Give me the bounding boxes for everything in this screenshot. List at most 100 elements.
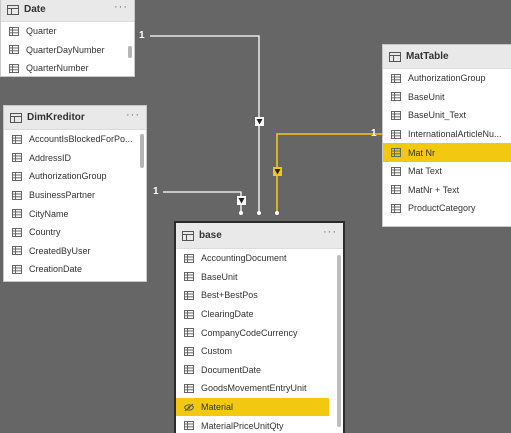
table-header[interactable]: base ··· <box>176 223 343 249</box>
dimkreditor-filter-arrow-icon[interactable] <box>237 196 246 205</box>
table-card-date[interactable]: Date ··· Quarter QuarterDayNumber QuarterN… <box>0 0 135 77</box>
field-row[interactable]: CreationDate <box>4 260 146 279</box>
field-row[interactable]: Country <box>4 223 146 242</box>
field-name: Mat Nr <box>408 147 435 158</box>
scrollbar[interactable] <box>140 134 144 168</box>
mattable-relationship-cardinality: 1 <box>371 128 377 139</box>
mattable-filter-arrow-icon[interactable] <box>273 167 282 176</box>
field-row[interactable]: DocumentDate <box>176 361 329 380</box>
table-icon <box>389 51 401 62</box>
ellipsis-icon[interactable]: ··· <box>114 1 128 13</box>
field-icon <box>12 209 22 219</box>
field-row[interactable]: BaseUnit <box>383 88 511 107</box>
field-icon <box>391 129 401 139</box>
table-title: Date <box>24 4 46 15</box>
scrollbar[interactable] <box>128 46 132 58</box>
field-icon <box>391 185 401 195</box>
field-row[interactable]: Material <box>176 397 329 417</box>
field-row[interactable]: Best+BestPos <box>176 286 329 305</box>
field-row[interactable]: BaseUnit_Text <box>383 106 511 125</box>
table-card-mattable[interactable]: MatTable AuthorizationGroup BaseUnit BaseU… <box>382 44 511 227</box>
field-row[interactable]: MatNr + Text <box>383 181 511 200</box>
scrollbar[interactable] <box>337 255 341 427</box>
field-icon <box>391 73 401 83</box>
field-name: Best+BestPos <box>201 290 258 301</box>
table-icon <box>10 112 22 123</box>
table-header[interactable]: DimKreditor ··· <box>4 106 146 130</box>
field-row[interactable]: Mat Nr <box>383 143 511 162</box>
field-name: AccountingDocument <box>201 253 287 264</box>
field-name: BaseUnit_Text <box>408 110 467 121</box>
field-icon <box>391 92 401 102</box>
field-row[interactable]: Mat Text <box>383 162 511 181</box>
field-icon <box>184 290 194 300</box>
mattable-base-line <box>276 133 382 213</box>
date-relationship-cardinality: 1 <box>139 30 145 41</box>
field-row[interactable]: InternationalArticleNu... <box>383 125 511 144</box>
field-name: Country <box>29 227 61 238</box>
table-card-base[interactable]: base ··· AccountingDocument BaseUnit Best+… <box>174 221 345 433</box>
field-name: ProductCategory <box>408 203 476 214</box>
field-row[interactable]: CityName <box>4 204 146 223</box>
field-row[interactable]: GoodsMovementEntryUnit <box>176 379 329 398</box>
field-row[interactable]: CompanyCodeCurrency <box>176 323 329 342</box>
field-row[interactable]: Quarter <box>1 22 134 41</box>
field-row[interactable]: AccountingDocument <box>176 249 329 268</box>
field-icon <box>184 383 194 393</box>
field-icon <box>12 246 22 256</box>
field-row[interactable]: BusinessPartner <box>4 186 146 205</box>
ellipsis-icon[interactable]: ··· <box>323 226 337 238</box>
field-icon <box>9 63 19 73</box>
field-name: AuthorizationGroup <box>408 73 486 84</box>
field-row[interactable]: CreatedByUser <box>4 242 146 261</box>
field-row[interactable]: MaterialPriceUnitQty <box>176 416 329 433</box>
field-name: AddressID <box>29 152 72 163</box>
field-row[interactable]: QuarterDayNumber <box>1 41 134 60</box>
field-row[interactable]: BaseUnit <box>176 268 329 287</box>
field-name: CreationDate <box>29 264 83 275</box>
field-icon <box>12 227 22 237</box>
field-row[interactable]: AccountIsBlockedForPo... <box>4 130 146 149</box>
field-name: BusinessPartner <box>29 190 96 201</box>
date-filter-arrow-icon[interactable] <box>255 117 264 126</box>
field-name: Custom <box>201 346 233 357</box>
field-icon <box>184 421 194 431</box>
field-row[interactable]: Custom <box>176 342 329 361</box>
field-icon <box>391 203 401 213</box>
field-icon <box>184 346 194 356</box>
table-icon <box>7 4 19 15</box>
field-icon <box>184 253 194 263</box>
table-header[interactable]: MatTable <box>383 45 511 69</box>
field-icon <box>184 272 194 282</box>
field-icon <box>391 110 401 120</box>
dimkreditor-relationship-cardinality: 1 <box>153 186 159 197</box>
hidden-field-icon <box>184 403 194 411</box>
field-icon <box>184 365 194 375</box>
field-icon <box>12 134 22 144</box>
field-icon <box>9 26 19 36</box>
ellipsis-icon[interactable]: ··· <box>126 109 140 121</box>
table-header[interactable]: Date ··· <box>1 0 134 22</box>
field-row[interactable]: ProductCategory <box>383 199 511 218</box>
field-name: Material <box>201 402 234 413</box>
table-title: DimKreditor <box>27 112 85 123</box>
field-name: MaterialPriceUnitQty <box>201 420 284 431</box>
connector-dot <box>239 211 243 215</box>
field-row[interactable]: ClearingDate <box>176 305 329 324</box>
field-name: BaseUnit <box>201 271 238 282</box>
field-row[interactable]: AuthorizationGroup <box>4 167 146 186</box>
field-name: InternationalArticleNu... <box>408 129 502 140</box>
field-icon <box>12 190 22 200</box>
field-row[interactable]: QuarterNumber <box>1 59 134 76</box>
field-icon <box>9 45 19 55</box>
date-base-line <box>150 35 260 213</box>
field-icon <box>391 166 401 176</box>
field-icon <box>12 171 22 181</box>
field-row[interactable]: AuthorizationGroup <box>383 69 511 88</box>
field-name: DocumentDate <box>201 364 262 375</box>
table-card-dimkreditor[interactable]: DimKreditor ··· AccountIsBlockedForPo...… <box>3 105 147 282</box>
field-row[interactable]: AddressID <box>4 149 146 168</box>
field-name: CreatedByUser <box>29 245 91 256</box>
field-name: Quarter <box>26 26 57 37</box>
field-name: BaseUnit <box>408 91 445 102</box>
